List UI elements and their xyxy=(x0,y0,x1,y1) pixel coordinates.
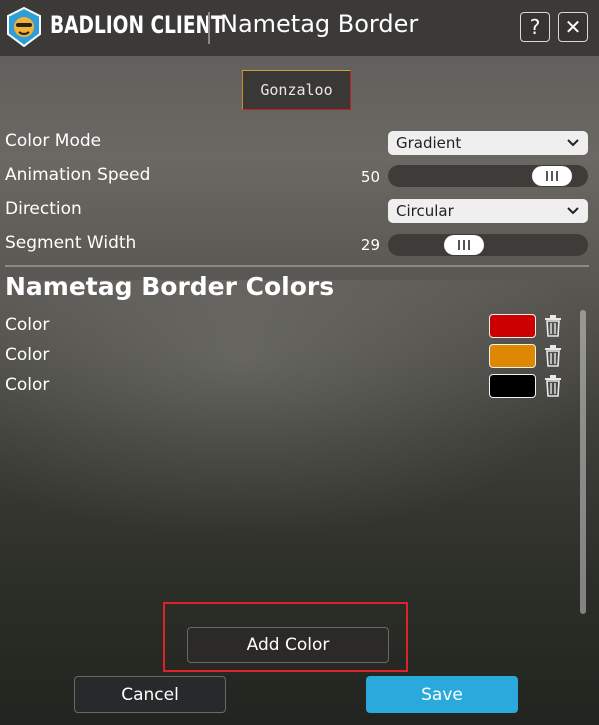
color-label: Color xyxy=(5,345,50,365)
scrollbar[interactable] xyxy=(580,310,586,614)
slider-handle[interactable] xyxy=(532,166,572,186)
add-color-button[interactable]: Add Color xyxy=(187,627,389,663)
direction-value: Circular xyxy=(396,202,454,220)
color-mode-dropdown[interactable]: Gradient xyxy=(388,131,588,155)
section-divider xyxy=(5,265,589,267)
help-icon: ? xyxy=(529,15,541,39)
nametag-preview-text: Gonzaloo xyxy=(260,81,333,99)
direction-label: Direction xyxy=(5,199,82,219)
help-button[interactable]: ? xyxy=(520,12,550,42)
chevron-down-icon xyxy=(567,139,579,147)
animation-speed-value: 50 xyxy=(360,168,380,186)
color-label: Color xyxy=(5,375,50,395)
section-title: Nametag Border Colors xyxy=(5,272,335,301)
trash-icon[interactable] xyxy=(544,315,562,337)
segment-width-value: 29 xyxy=(360,236,380,254)
brand-name: BADLION CLIENT xyxy=(50,11,224,39)
badlion-logo-icon xyxy=(7,7,41,47)
color-label: Color xyxy=(5,315,50,335)
trash-icon[interactable] xyxy=(544,375,562,397)
color-mode-label: Color Mode xyxy=(5,131,102,151)
color-swatch[interactable] xyxy=(489,374,536,398)
trash-icon[interactable] xyxy=(544,345,562,367)
page-title: Nametag Border xyxy=(220,10,419,38)
cancel-button[interactable]: Cancel xyxy=(74,676,226,713)
color-swatch[interactable] xyxy=(489,314,536,338)
segment-width-slider[interactable] xyxy=(388,234,588,256)
direction-dropdown[interactable]: Circular xyxy=(388,199,588,223)
close-button[interactable]: ✕ xyxy=(558,12,588,42)
save-button[interactable]: Save xyxy=(366,676,518,713)
nametag-preview: Gonzaloo xyxy=(242,70,351,110)
close-icon: ✕ xyxy=(564,15,582,39)
title-bar: BADLION CLIENT Nametag Border ? ✕ xyxy=(0,0,599,56)
segment-width-label: Segment Width xyxy=(5,233,137,253)
title-divider xyxy=(208,12,210,44)
slider-handle[interactable] xyxy=(444,235,484,255)
color-swatch[interactable] xyxy=(489,344,536,368)
animation-speed-slider[interactable] xyxy=(388,165,588,187)
animation-speed-label: Animation Speed xyxy=(5,165,151,185)
color-mode-value: Gradient xyxy=(396,134,462,152)
chevron-down-icon xyxy=(567,207,579,215)
